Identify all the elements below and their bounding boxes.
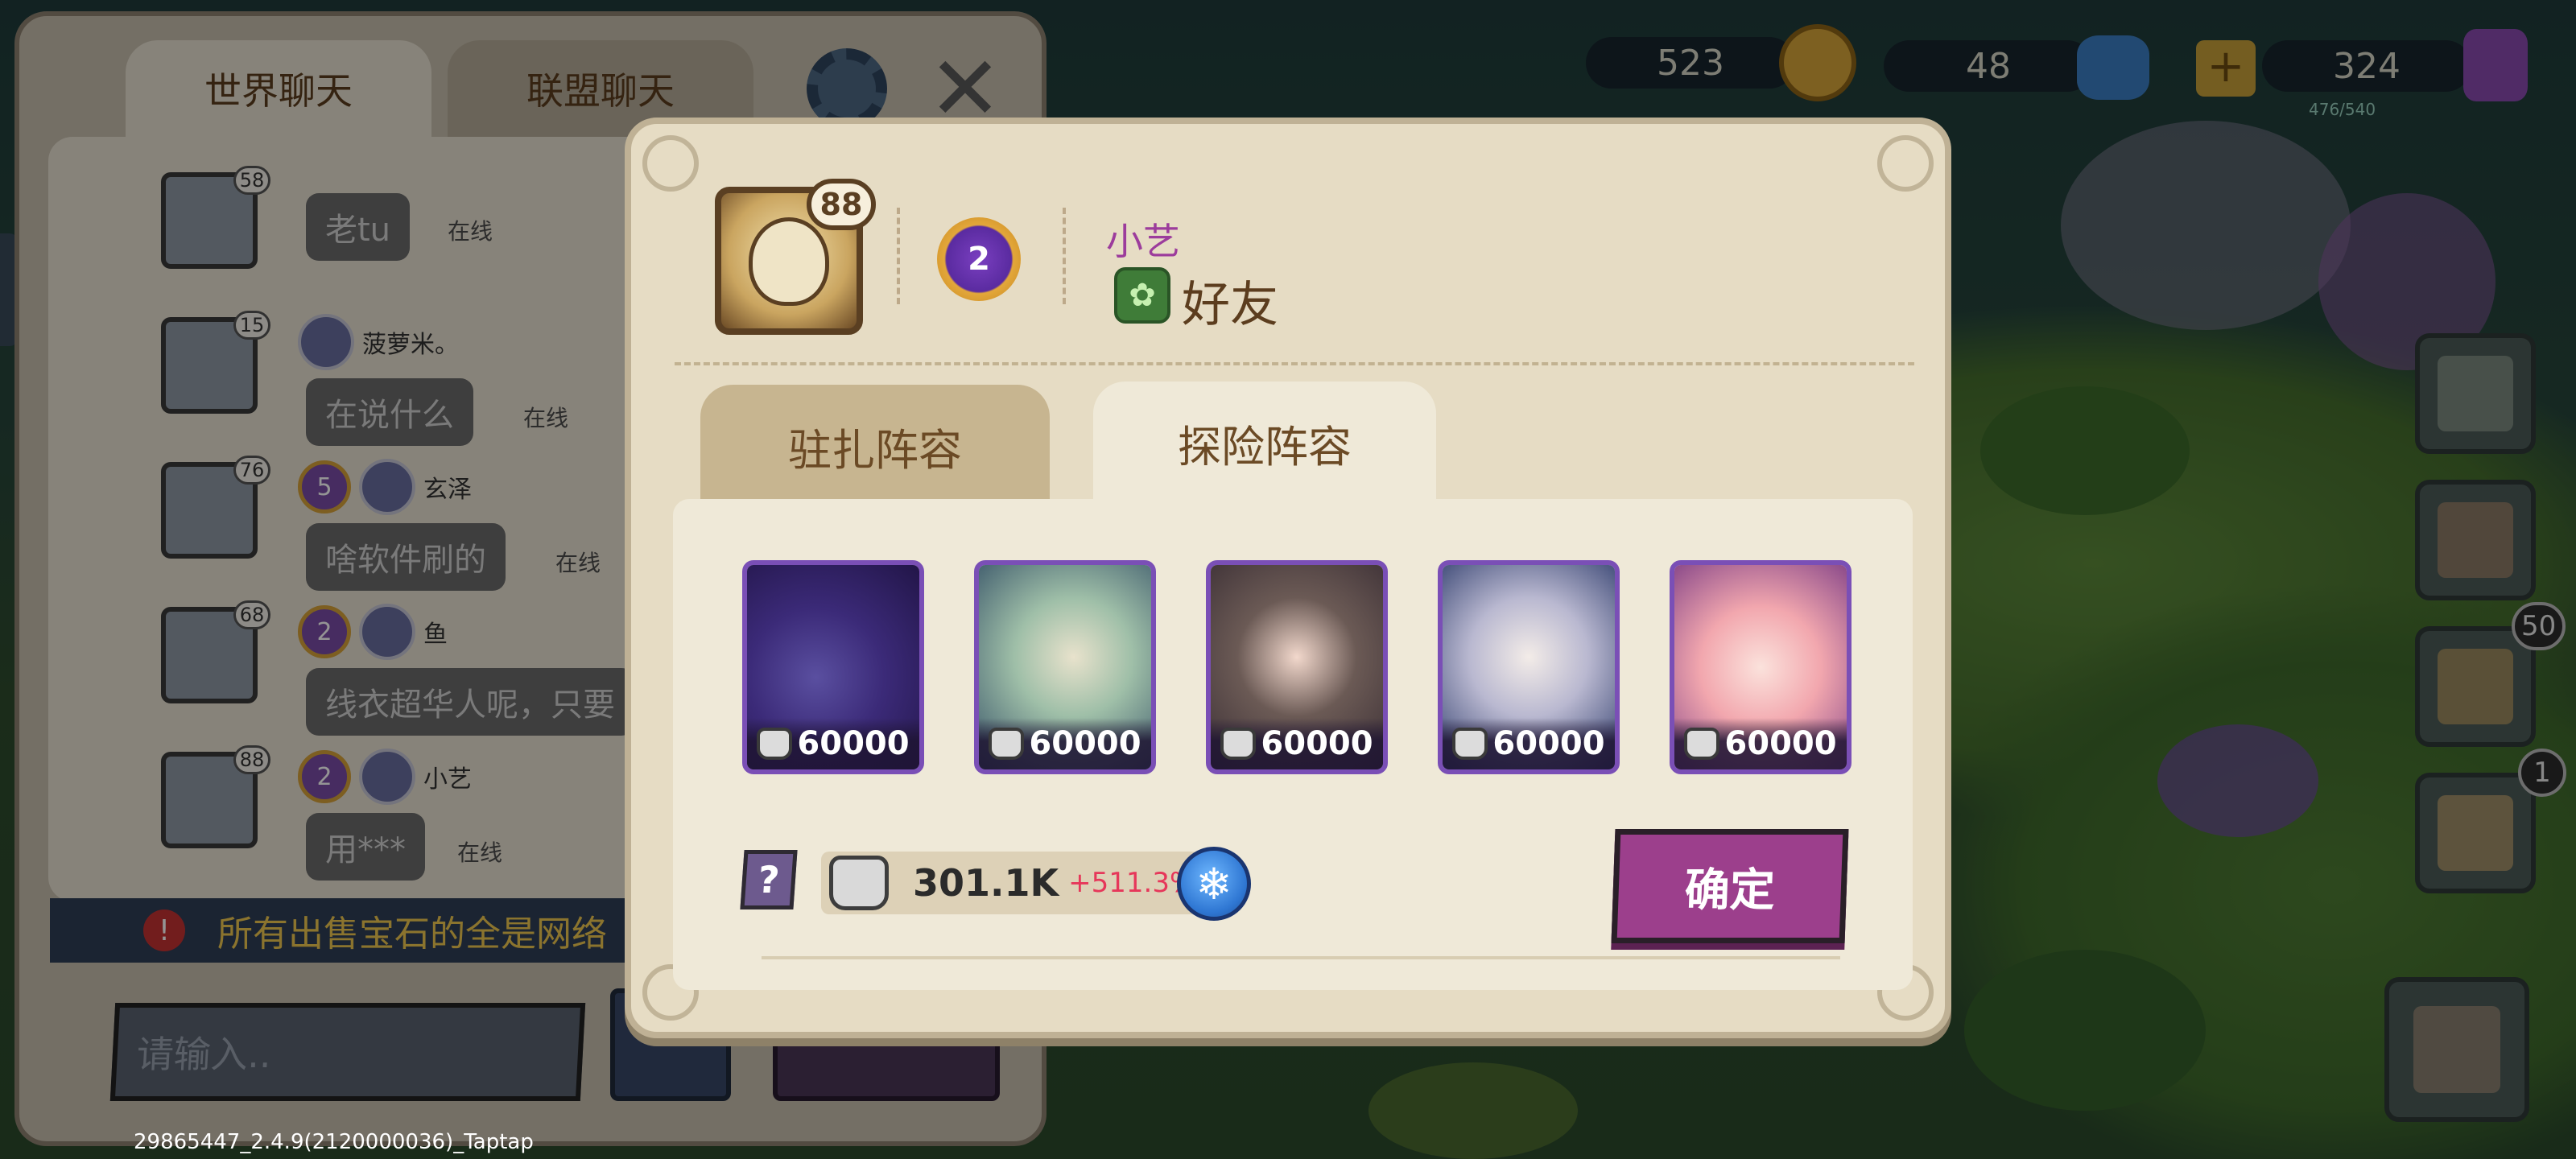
- total-power-value: 301.1K: [913, 861, 1059, 905]
- corner-ornament: [1877, 135, 1934, 192]
- hero-power-strip: 60000: [1211, 718, 1383, 769]
- friend-label: 好友: [1182, 277, 1278, 333]
- help-button[interactable]: ?: [740, 850, 798, 909]
- hero-card[interactable]: 60000: [1206, 560, 1388, 774]
- hero-card[interactable]: 60000: [742, 560, 924, 774]
- hero-power: 60000: [1029, 725, 1141, 762]
- hero-power-strip: 60000: [979, 718, 1151, 769]
- player-profile-dialog: 88 2 小艺 ✿ 好友 驻扎阵容 探险阵容 60000 60000 60000: [625, 118, 1951, 1038]
- hero-power: 60000: [1492, 725, 1605, 762]
- fist-power-icon: [1220, 728, 1257, 760]
- version-label: 29865447_2.4.9(2120000036)_Taptap: [134, 1130, 534, 1154]
- fist-power-icon: [1684, 728, 1720, 760]
- total-power-bar: 301.1K +511.3%: [821, 852, 1199, 914]
- header-separator: [1063, 208, 1066, 304]
- player-level-badge: 88: [807, 179, 876, 230]
- hero-card[interactable]: 60000: [1438, 560, 1620, 774]
- vip-level-badge: 2: [937, 217, 1021, 301]
- confirm-button[interactable]: 确定: [1611, 829, 1849, 943]
- header-separator: [897, 208, 900, 304]
- corner-ornament: [642, 135, 699, 192]
- snowflake-buff-icon[interactable]: ❄: [1177, 847, 1251, 921]
- header-divider: [675, 362, 1914, 365]
- hero-card[interactable]: 60000: [1670, 560, 1852, 774]
- hero-power: 60000: [797, 725, 910, 762]
- tab-explore-lineup[interactable]: 探险阵容: [1093, 382, 1436, 504]
- fist-power-icon: [757, 728, 793, 760]
- fist-power-icon: [829, 856, 889, 910]
- hero-card[interactable]: 60000: [974, 560, 1156, 774]
- hero-power-strip: 60000: [1443, 718, 1615, 769]
- hero-power-strip: 60000: [1674, 718, 1847, 769]
- friend-status-icon: ✿: [1114, 267, 1170, 324]
- fist-power-icon: [989, 728, 1025, 760]
- tab-garrison-lineup[interactable]: 驻扎阵容: [700, 385, 1050, 507]
- fist-power-icon: [1452, 728, 1488, 760]
- hero-power: 60000: [1261, 725, 1373, 762]
- hero-power: 60000: [1724, 725, 1837, 762]
- player-name: 小艺: [1106, 220, 1180, 263]
- panel-bottom-line: [762, 956, 1840, 959]
- hero-power-strip: 60000: [747, 718, 919, 769]
